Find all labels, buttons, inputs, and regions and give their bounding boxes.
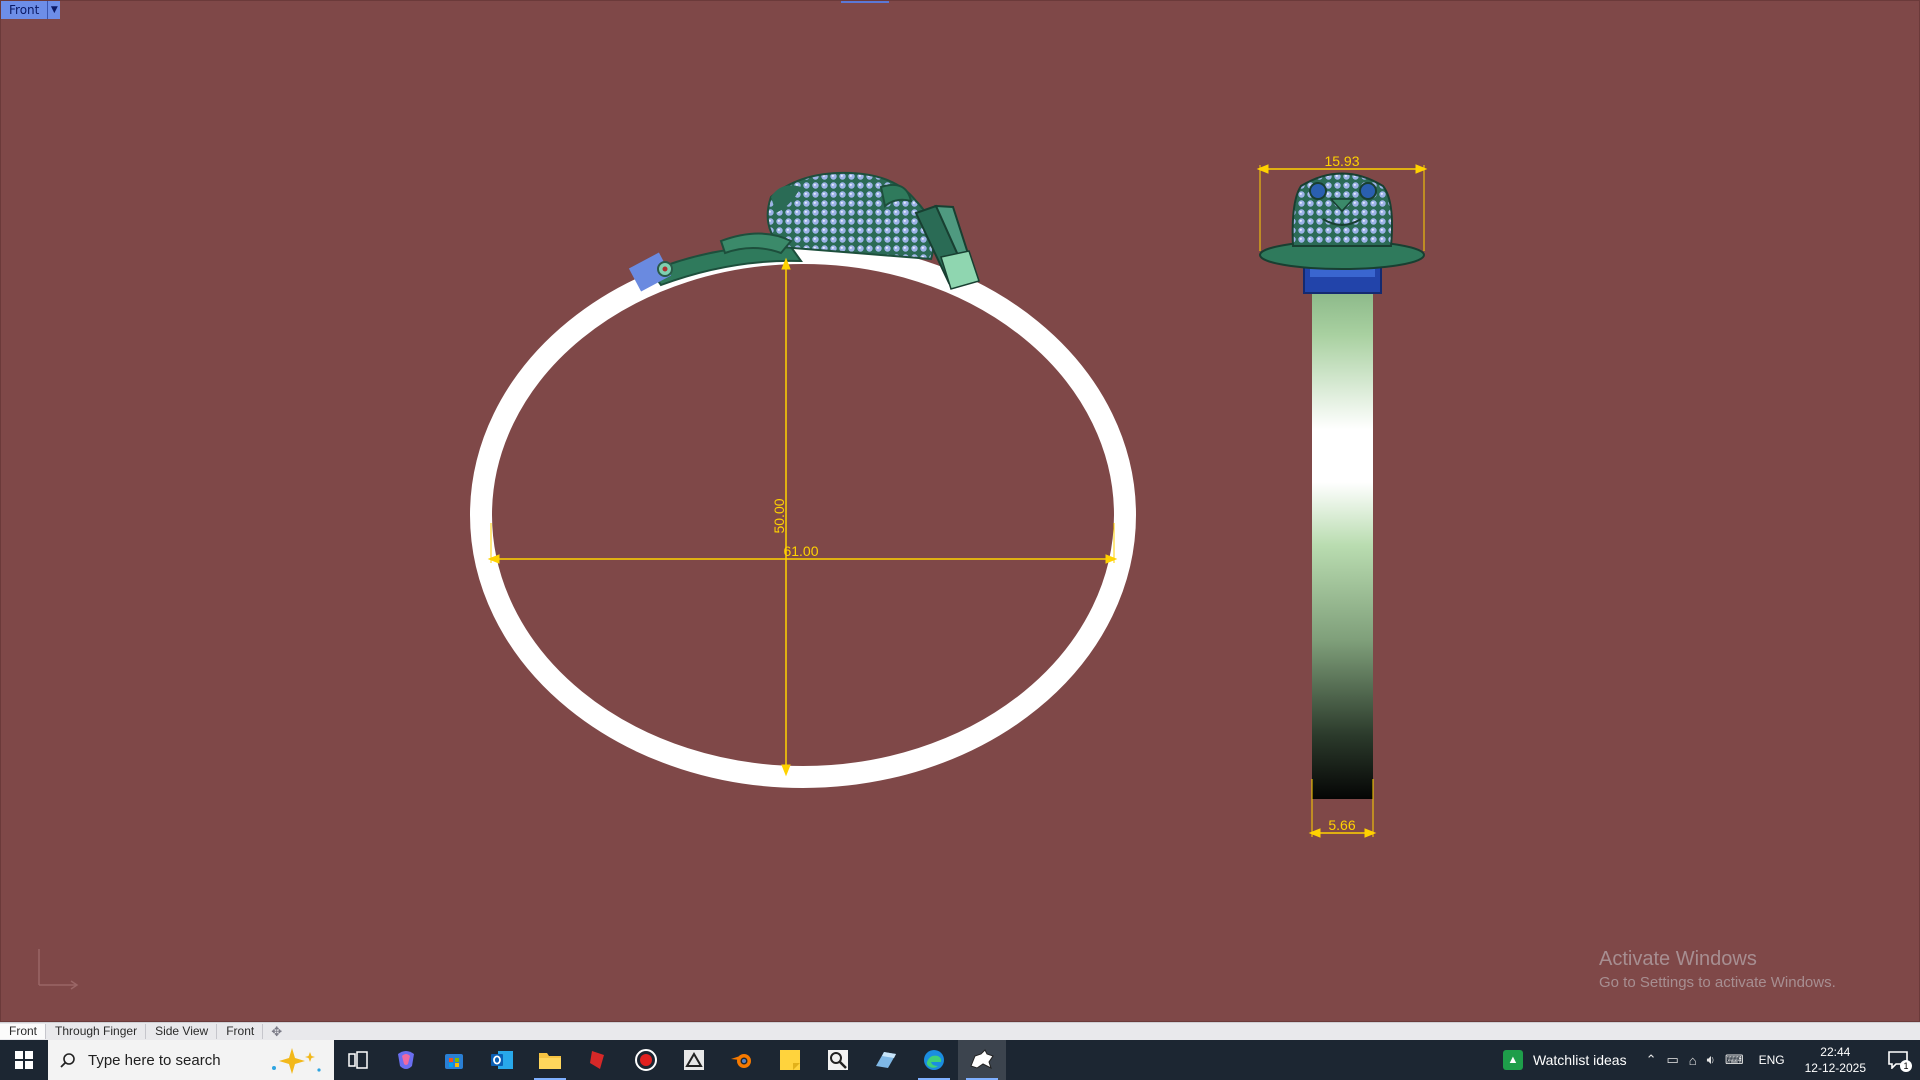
blender-icon[interactable]	[718, 1040, 766, 1080]
clock-time: 22:44	[1820, 1045, 1851, 1059]
clock-date: 12-12-2025	[1804, 1061, 1866, 1075]
watchlist-widget[interactable]: ▲ Watchlist ideas	[1493, 1040, 1641, 1080]
task-view-icon[interactable]	[334, 1040, 382, 1080]
search-placeholder: Type here to search	[88, 1051, 221, 1069]
axis-gizmo	[38, 949, 79, 990]
copilot-icon[interactable]	[382, 1040, 430, 1080]
activate-windows-watermark: Activate Windows Go to Settings to activ…	[1599, 947, 1836, 993]
dim-label-width: 61.00	[783, 543, 818, 559]
watchlist-label: Watchlist ideas	[1532, 1052, 1627, 1068]
dim-label-head-width: 15.93	[1324, 153, 1359, 169]
sparkle-icon	[272, 1048, 321, 1074]
system-tray: ▲ Watchlist ideas ⌃ ▭ ⌂ 🔉︎ ⌨ ENG 22:44 1…	[1493, 1040, 1920, 1080]
file-explorer-icon[interactable]	[526, 1040, 574, 1080]
viewport-front[interactable]: Front ▼ 50.00 61.00 15.93 5.66 Activate …	[0, 0, 1920, 1022]
outlook-icon[interactable]	[478, 1040, 526, 1080]
tab-side-view[interactable]: Side View	[146, 1024, 218, 1039]
search-icon	[60, 1053, 75, 1068]
taskbar: Type here to search ▲ Watchlist ideas ⌃ …	[0, 1040, 1920, 1080]
add-viewport-icon[interactable]: ✥	[263, 1024, 290, 1040]
red-app-icon[interactable]	[574, 1040, 622, 1080]
start-button[interactable]	[0, 1040, 48, 1080]
windows-logo-icon	[15, 1051, 33, 1069]
keyboard-icon[interactable]: ⌨	[1720, 1052, 1749, 1068]
dim-label-height: 50.00	[771, 498, 787, 533]
network-icon[interactable]: ⌂	[1684, 1053, 1702, 1068]
volume-icon[interactable]: 🔉︎	[1702, 1052, 1720, 1068]
bangle-front-view	[470, 171, 1136, 788]
chevron-up-icon[interactable]: ⌃	[1641, 1052, 1662, 1068]
viewport-tabs: Front Through Finger Side View Front ✥	[0, 1022, 1920, 1040]
matrix-icon[interactable]	[862, 1040, 910, 1080]
activate-title: Activate Windows	[1599, 948, 1757, 970]
activate-subtitle: Go to Settings to activate Windows.	[1599, 974, 1836, 991]
taskbar-search[interactable]: Type here to search	[48, 1040, 334, 1080]
model-scene: 50.00 61.00 15.93 5.66	[38, 153, 1428, 990]
meet-icon[interactable]: ▭	[1661, 1052, 1683, 1068]
tab-front-2[interactable]: Front	[217, 1024, 264, 1039]
rhino-icon[interactable]	[958, 1040, 1006, 1080]
store-icon[interactable]	[430, 1040, 478, 1080]
clock[interactable]: 22:44 12-12-2025	[1795, 1044, 1876, 1076]
recorder-icon[interactable]	[622, 1040, 670, 1080]
tab-through-finger[interactable]: Through Finger	[46, 1024, 147, 1039]
stocks-icon: ▲	[1502, 1050, 1523, 1070]
notification-badge: 1	[1900, 1060, 1912, 1072]
notification-center-button[interactable]: 1	[1876, 1040, 1920, 1080]
sticky-notes-icon[interactable]	[766, 1040, 814, 1080]
bangle-side-view	[1259, 172, 1425, 799]
magnifier-icon[interactable]	[814, 1040, 862, 1080]
zbrush-icon[interactable]	[670, 1040, 718, 1080]
language-indicator[interactable]: ENG	[1749, 1053, 1795, 1067]
edge-icon[interactable]	[910, 1040, 958, 1080]
dim-label-band-width: 5.66	[1328, 817, 1355, 833]
tab-front[interactable]: Front	[0, 1024, 47, 1039]
